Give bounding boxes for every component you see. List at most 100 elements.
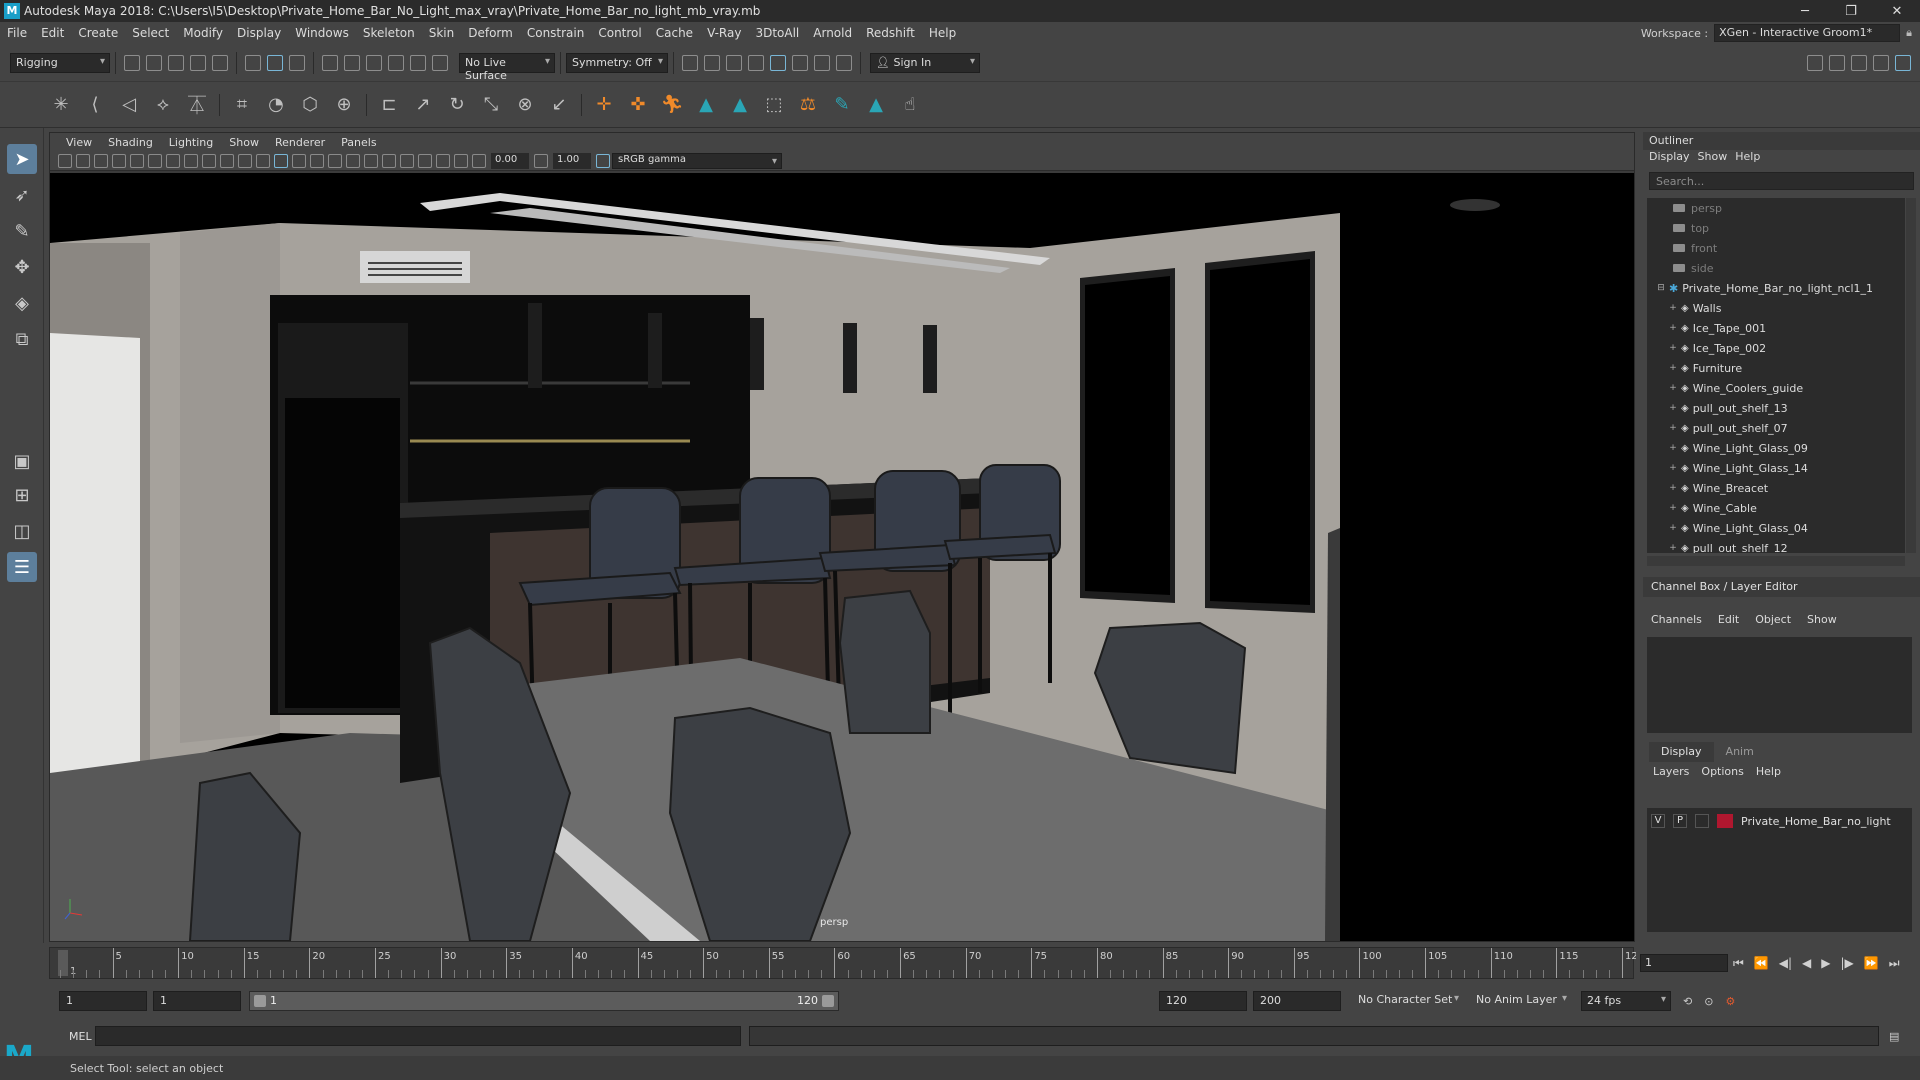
- range-end-handle[interactable]: [822, 995, 834, 1007]
- outliner-item-wine-cable[interactable]: + ◈ Wine_Cable: [1647, 498, 1905, 518]
- set-key-icon[interactable]: ⚖: [795, 92, 821, 118]
- motion-blur-icon[interactable]: [364, 153, 378, 168]
- select-object-icon[interactable]: [267, 54, 283, 71]
- 2d-pan-zoom-icon[interactable]: [112, 153, 126, 168]
- outliner-item-pull-out-shelf-13[interactable]: + ◈ pull_out_shelf_13: [1647, 398, 1905, 418]
- snap-grid-icon[interactable]: [322, 54, 338, 71]
- grid-toggle-icon[interactable]: [148, 153, 162, 168]
- gate-mask-icon[interactable]: [202, 153, 216, 168]
- point-constraint-icon[interactable]: ↗: [410, 92, 436, 118]
- gamma-icon[interactable]: [534, 153, 548, 168]
- layer-menu-help[interactable]: Help: [1756, 765, 1781, 778]
- humanik-icon[interactable]: ⏄: [184, 92, 210, 118]
- outliner-item-pull-out-shelf-07[interactable]: + ◈ pull_out_shelf_07: [1647, 418, 1905, 438]
- maximize-button[interactable]: ❐: [1828, 4, 1874, 19]
- expand-icon[interactable]: +: [1667, 443, 1679, 453]
- aim-constraint-icon[interactable]: ⊗: [512, 92, 538, 118]
- shadows-icon[interactable]: [328, 153, 342, 168]
- four-view-icon[interactable]: ⊞: [7, 480, 37, 510]
- expand-icon[interactable]: +: [1667, 503, 1679, 513]
- color-management-icon[interactable]: [596, 153, 610, 168]
- snap-view-icon[interactable]: [388, 54, 404, 71]
- orient-constraint-icon[interactable]: ↻: [444, 92, 470, 118]
- go-to-end-icon[interactable]: ⏭: [1889, 956, 1900, 971]
- play-forward-icon[interactable]: ▶: [1821, 956, 1830, 970]
- rotate-tool-icon[interactable]: ◈: [7, 288, 37, 318]
- symmetry-dropdown[interactable]: Symmetry: Off: [566, 52, 668, 73]
- menu-edit[interactable]: Edit: [34, 26, 71, 40]
- scale-constraint-icon[interactable]: ⤡: [478, 92, 504, 118]
- loop-icon[interactable]: ⟲: [1683, 995, 1692, 1008]
- outliner-horizontal-scrollbar[interactable]: [1647, 556, 1905, 566]
- viewport-menu-lighting[interactable]: Lighting: [161, 136, 221, 149]
- live-surface-dropdown[interactable]: No Live Surface: [459, 52, 555, 82]
- expand-icon[interactable]: +: [1667, 323, 1679, 333]
- paint-tool-icon[interactable]: ✎: [829, 92, 855, 118]
- use-lights-icon[interactable]: [310, 153, 324, 168]
- outliner-item-walls[interactable]: + ◈ Walls: [1647, 298, 1905, 318]
- close-button[interactable]: ✕: [1874, 4, 1920, 19]
- animation-prefs-icon[interactable]: ⚙: [1725, 995, 1735, 1008]
- outliner-search-input[interactable]: Search...: [1649, 172, 1914, 190]
- two-view-icon[interactable]: ◫: [7, 516, 37, 546]
- outliner-item-root[interactable]: ⊟ ✱ Private_Home_Bar_no_light_ncl1_1: [1647, 278, 1905, 298]
- range-slider[interactable]: 1 120: [249, 991, 839, 1011]
- menu-vray[interactable]: V-Ray: [700, 26, 748, 40]
- parent-constraint-icon[interactable]: ⊏: [376, 92, 402, 118]
- expand-icon[interactable]: +: [1667, 523, 1679, 533]
- paint-weights-icon[interactable]: ◔: [263, 92, 289, 118]
- step-back-key-icon[interactable]: ⏪: [1754, 956, 1769, 970]
- outliner-item-ice-tape-002[interactable]: + ◈ Ice_Tape_002: [1647, 338, 1905, 358]
- script-language-label[interactable]: MEL: [49, 1030, 95, 1043]
- viewport-menu-shading[interactable]: Shading: [100, 136, 161, 149]
- menu-help[interactable]: Help: [922, 26, 963, 40]
- attribute-editor-icon[interactable]: [1829, 54, 1845, 71]
- safe-action-icon[interactable]: [238, 153, 252, 168]
- menu-display[interactable]: Display: [230, 26, 288, 40]
- exposure-icon[interactable]: [472, 153, 486, 168]
- snap-pivot-icon[interactable]: [432, 54, 448, 71]
- resolution-gate-icon[interactable]: [184, 153, 198, 168]
- minimize-button[interactable]: ─: [1782, 4, 1828, 19]
- viewport-menu-view[interactable]: View: [58, 136, 100, 149]
- xray-icon[interactable]: [436, 153, 450, 168]
- layout-toggle-icon[interactable]: [1895, 54, 1911, 71]
- quick-rig-icon[interactable]: ⟡: [150, 92, 176, 118]
- bind-skin-icon[interactable]: ⌗: [229, 92, 255, 118]
- pole-vector-icon[interactable]: ↙: [546, 92, 572, 118]
- play-backward-icon[interactable]: ◀: [1802, 956, 1811, 970]
- ik-handle-icon[interactable]: ⟨: [82, 92, 108, 118]
- character-set-dropdown[interactable]: No Character Set: [1353, 991, 1463, 1011]
- scene-end-field[interactable]: 200: [1253, 991, 1341, 1011]
- outliner-item-front[interactable]: front: [1647, 238, 1905, 258]
- textured-icon[interactable]: [292, 153, 306, 168]
- channel-menu-edit[interactable]: Edit: [1718, 613, 1739, 626]
- bookmark-icon[interactable]: [76, 153, 90, 168]
- render-view-icon[interactable]: [682, 54, 698, 71]
- playback-end-field[interactable]: 120: [1159, 991, 1247, 1011]
- depth-of-field-icon[interactable]: [400, 153, 414, 168]
- save-scene-icon[interactable]: [168, 54, 184, 71]
- workspace-select[interactable]: XGen - Interactive Groom1*: [1714, 24, 1901, 42]
- scale-tool-icon[interactable]: ⧉: [7, 324, 37, 354]
- lock-icon[interactable]: 🔒︎: [1906, 26, 1912, 40]
- outliner-item-top[interactable]: top: [1647, 218, 1905, 238]
- locator-icon[interactable]: ✛: [591, 92, 617, 118]
- command-input[interactable]: [95, 1026, 741, 1046]
- expand-icon[interactable]: +: [1667, 343, 1679, 353]
- tab-display[interactable]: Display: [1649, 742, 1714, 762]
- pin-cursor-icon[interactable]: ☝: [897, 92, 923, 118]
- outliner-item-wine-light-glass-04[interactable]: + ◈ Wine_Light_Glass_04: [1647, 518, 1905, 538]
- select-component-icon[interactable]: [289, 54, 305, 71]
- outliner-item-pull-out-shelf-12[interactable]: + ◈ pull_out_shelf_12: [1647, 538, 1905, 554]
- locator-constraint-icon[interactable]: ✜: [625, 92, 651, 118]
- tab-anim[interactable]: Anim: [1714, 742, 1766, 762]
- render-settings-icon[interactable]: [748, 54, 764, 71]
- select-tool-icon[interactable]: ➤: [7, 144, 37, 174]
- field-chart-icon[interactable]: [220, 153, 234, 168]
- go-to-start-icon[interactable]: ⏮: [1733, 956, 1744, 971]
- channel-menu-channels[interactable]: Channels: [1651, 613, 1702, 626]
- hypershade-icon[interactable]: [770, 54, 786, 71]
- menu-modify[interactable]: Modify: [176, 26, 230, 40]
- film-gate-icon[interactable]: [166, 153, 180, 168]
